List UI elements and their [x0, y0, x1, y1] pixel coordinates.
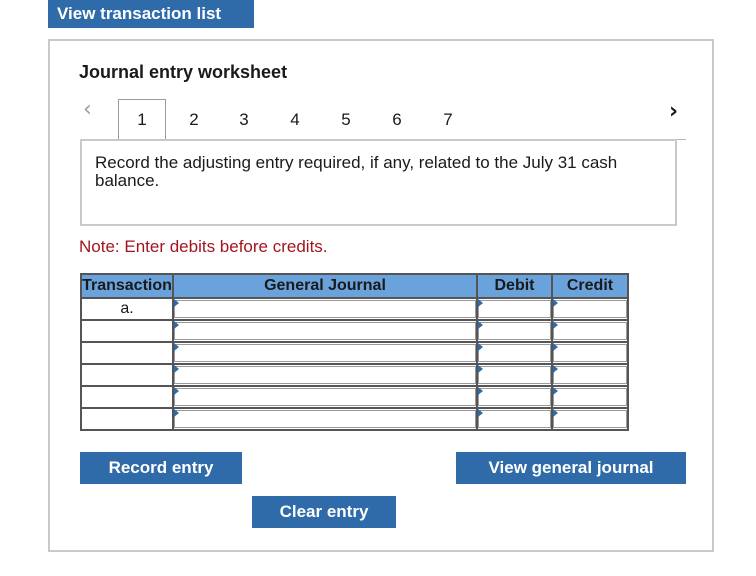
credit-cell[interactable]	[551, 407, 629, 431]
debit-field[interactable]	[478, 322, 551, 340]
table-row	[80, 363, 629, 387]
dropdown-marker-icon	[174, 365, 179, 373]
account-field[interactable]	[174, 388, 476, 406]
credit-cell[interactable]	[551, 363, 629, 387]
input-marker-icon	[478, 365, 483, 373]
transaction-cell	[80, 363, 174, 387]
table-row	[80, 319, 629, 343]
account-field[interactable]	[174, 410, 476, 428]
table-header-row: Transaction General Journal Debit Credit	[80, 273, 629, 299]
input-marker-icon	[478, 321, 483, 329]
instruction-box: Record the adjusting entry required, if …	[80, 139, 677, 226]
input-marker-icon	[553, 343, 558, 351]
transaction-cell	[80, 407, 174, 431]
account-cell[interactable]	[172, 407, 478, 431]
journal-table: Transaction General Journal Debit Credit…	[80, 273, 629, 431]
account-cell[interactable]	[172, 319, 478, 343]
dropdown-marker-icon	[174, 409, 179, 417]
table-row	[80, 385, 629, 409]
chevron-right-icon[interactable]: ›	[669, 101, 678, 123]
table-row	[80, 407, 629, 431]
chevron-left-icon[interactable]: ‹	[83, 99, 92, 121]
note-text: Note: Enter debits before credits.	[79, 237, 328, 256]
credit-cell[interactable]	[551, 297, 629, 321]
dropdown-marker-icon	[174, 387, 179, 395]
debit-field[interactable]	[478, 388, 551, 406]
credit-field[interactable]	[553, 366, 627, 384]
tab-7[interactable]: 7	[438, 110, 458, 130]
view-general-journal-button[interactable]: View general journal	[456, 452, 686, 484]
input-marker-icon	[553, 321, 558, 329]
dropdown-marker-icon	[174, 299, 179, 307]
input-marker-icon	[478, 299, 483, 307]
debit-cell[interactable]	[476, 385, 553, 409]
clear-entry-button[interactable]: Clear entry	[252, 496, 396, 528]
input-marker-icon	[553, 365, 558, 373]
account-field[interactable]	[174, 322, 476, 340]
tab-1[interactable]: 1	[132, 110, 152, 130]
view-transaction-list-button[interactable]: View transaction list	[48, 0, 254, 28]
transaction-cell	[80, 341, 174, 365]
input-marker-icon	[478, 343, 483, 351]
debit-field[interactable]	[478, 366, 551, 384]
transaction-cell: a.	[80, 297, 174, 321]
tab-5[interactable]: 5	[336, 110, 356, 130]
input-marker-icon	[478, 409, 483, 417]
debit-field[interactable]	[478, 300, 551, 318]
transaction-cell	[80, 385, 174, 409]
dropdown-marker-icon	[174, 321, 179, 329]
credit-field[interactable]	[553, 344, 627, 362]
table-row	[80, 341, 629, 365]
tab-6[interactable]: 6	[387, 110, 407, 130]
tab-3[interactable]: 3	[234, 110, 254, 130]
debit-field[interactable]	[478, 344, 551, 362]
account-cell[interactable]	[172, 341, 478, 365]
dropdown-marker-icon	[174, 343, 179, 351]
debit-cell[interactable]	[476, 297, 553, 321]
credit-cell[interactable]	[551, 341, 629, 365]
input-marker-icon	[553, 299, 558, 307]
input-marker-icon	[553, 387, 558, 395]
tab-4[interactable]: 4	[285, 110, 305, 130]
worksheet-title: Journal entry worksheet	[79, 62, 288, 82]
debit-cell[interactable]	[476, 341, 553, 365]
record-entry-button[interactable]: Record entry	[80, 452, 242, 484]
transaction-cell	[80, 319, 174, 343]
credit-field[interactable]	[553, 300, 627, 318]
account-cell[interactable]	[172, 363, 478, 387]
debit-field[interactable]	[478, 410, 551, 428]
instruction-text: Record the adjusting entry required, if …	[95, 153, 618, 190]
column-header-credit: Credit	[551, 273, 629, 299]
account-cell[interactable]	[172, 297, 478, 321]
account-field[interactable]	[174, 300, 476, 318]
credit-cell[interactable]	[551, 319, 629, 343]
tab-2[interactable]: 2	[184, 110, 204, 130]
account-field[interactable]	[174, 344, 476, 362]
credit-cell[interactable]	[551, 385, 629, 409]
column-header-debit: Debit	[476, 273, 553, 299]
debit-cell[interactable]	[476, 407, 553, 431]
account-field[interactable]	[174, 366, 476, 384]
debit-cell[interactable]	[476, 319, 553, 343]
table-row: a.	[80, 297, 629, 321]
input-marker-icon	[478, 387, 483, 395]
column-header-transaction: Transaction	[80, 273, 174, 299]
column-header-general-journal: General Journal	[172, 273, 478, 299]
account-cell[interactable]	[172, 385, 478, 409]
journal-entry-worksheet: Journal entry worksheet ‹ 1 2 3 4 5 6 7 …	[48, 39, 714, 552]
credit-field[interactable]	[553, 388, 627, 406]
credit-field[interactable]	[553, 322, 627, 340]
page-root: View transaction list Journal entry work…	[0, 0, 756, 576]
input-marker-icon	[553, 409, 558, 417]
debit-cell[interactable]	[476, 363, 553, 387]
credit-field[interactable]	[553, 410, 627, 428]
